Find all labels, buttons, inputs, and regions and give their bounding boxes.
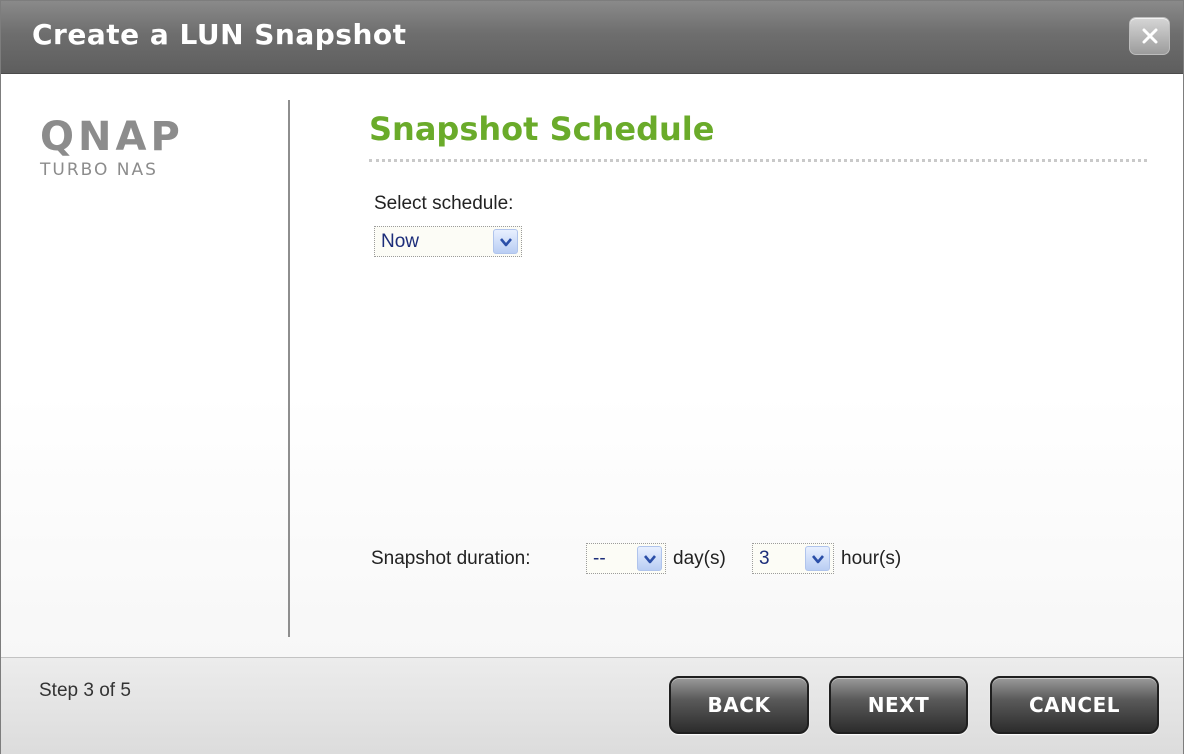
duration-days-select[interactable]: -- <box>586 543 666 574</box>
close-button[interactable] <box>1129 17 1170 55</box>
title-bar: Create a LUN Snapshot <box>1 1 1183 74</box>
section-title: Snapshot Schedule <box>369 110 715 148</box>
next-button[interactable]: NEXT <box>829 676 968 734</box>
title-underline <box>369 159 1147 162</box>
svg-text:QNAP: QNAP <box>40 114 184 160</box>
schedule-label: Select schedule: <box>374 193 514 214</box>
duration-hours-value: 3 <box>759 547 770 569</box>
chevron-down-icon <box>493 229 518 254</box>
create-lun-snapshot-dialog: Create a LUN Snapshot QNAP TURBO NAS Sna… <box>0 0 1184 754</box>
dialog-footer: Step 3 of 5 BACK NEXT CANCEL <box>1 657 1183 754</box>
duration-days-unit: day(s) <box>673 548 726 569</box>
duration-label: Snapshot duration: <box>371 548 531 569</box>
duration-days-value: -- <box>593 547 606 569</box>
step-indicator: Step 3 of 5 <box>39 680 131 701</box>
chevron-down-icon <box>805 546 830 571</box>
logo-subtitle: TURBO NAS <box>40 160 158 180</box>
cancel-button[interactable]: CANCEL <box>990 676 1159 734</box>
back-button[interactable]: BACK <box>669 676 809 734</box>
schedule-select[interactable]: Now <box>374 226 522 257</box>
dialog-title: Create a LUN Snapshot <box>32 18 407 51</box>
duration-hours-unit: hour(s) <box>841 548 902 569</box>
schedule-select-value: Now <box>381 230 420 252</box>
vertical-divider <box>288 100 290 637</box>
close-icon <box>1142 28 1157 44</box>
chevron-down-icon <box>637 546 662 571</box>
dialog-body: QNAP TURBO NAS Snapshot Schedule Select … <box>1 74 1183 657</box>
duration-hours-select[interactable]: 3 <box>752 543 834 574</box>
